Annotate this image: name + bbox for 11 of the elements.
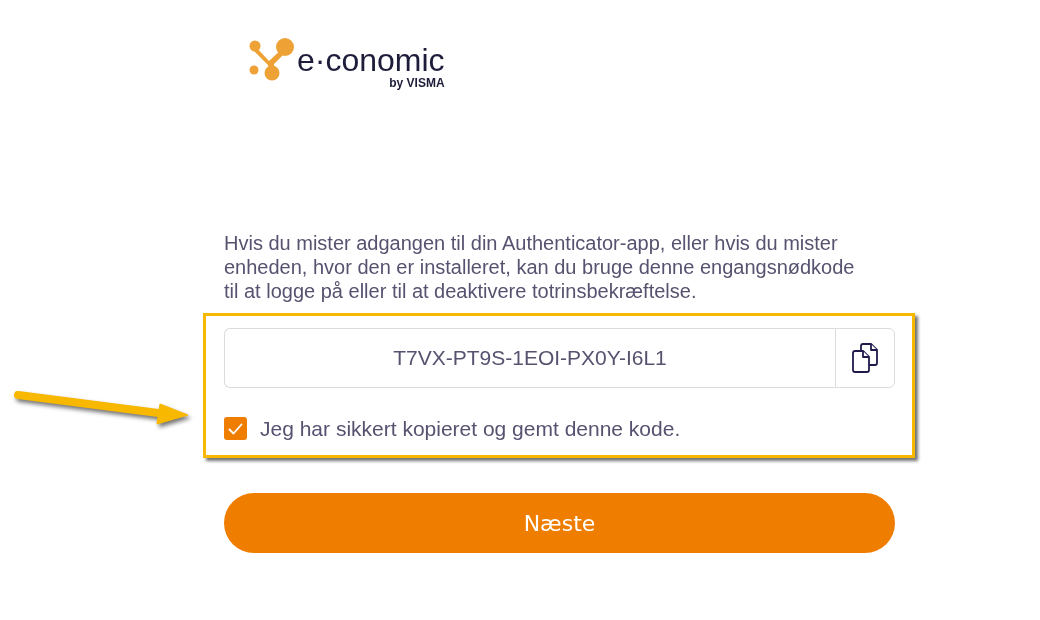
copy-button[interactable] — [835, 328, 895, 388]
logo-byline: by VISMA — [389, 77, 445, 89]
logo-icon — [249, 37, 296, 81]
recovery-code-field[interactable]: T7VX-PT9S-1EOI-PX0Y-I6L1 — [224, 328, 835, 388]
instructions-text: Hvis du mister adgangen til din Authenticator-app, eller hvis du mister enheden, hvor den er installeret, kan du bruge denne engangsnødkode til at logge på eller til at deaktivere totrinsbekræftelse. — [224, 231, 856, 303]
logo-wordmark: e·conomic — [297, 44, 445, 76]
checkmark-icon — [228, 422, 243, 435]
arrow-icon — [14, 390, 188, 425]
copy-icon — [852, 343, 878, 373]
confirm-checkbox[interactable] — [224, 417, 247, 440]
checkbox-label[interactable]: Jeg har sikkert kopieret og gemt denne kode. — [260, 418, 681, 439]
